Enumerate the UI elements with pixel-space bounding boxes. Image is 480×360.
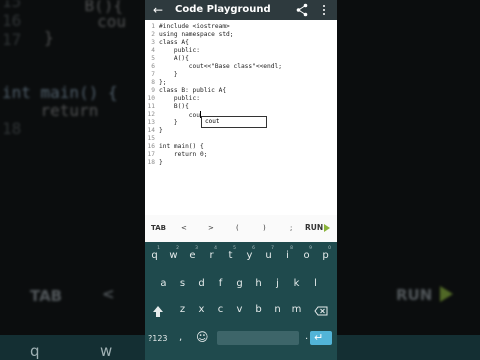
code-line: 7 } [151,71,178,78]
key-y[interactable]: y6 [241,245,258,267]
code-line: 16 int main() { [147,143,204,150]
key-t[interactable]: t5 [222,245,239,267]
close-paren-button[interactable]: ) [263,223,266,233]
key-e[interactable]: e3 [184,245,201,267]
bg-code-line: return [2,101,99,120]
bg-key-letter: w [100,342,113,360]
key-q[interactable]: q1 [146,245,163,267]
code-toolbar: TAB < > ( ) ; RUN [145,215,337,242]
greater-than-button[interactable]: > [208,223,214,233]
code-line: 6 cout<<"Base class"<<endl; [151,63,282,70]
code-line: 14} [147,127,163,134]
bg-code-line: 15 [2,0,22,11]
bg-code-line: 17 [2,30,22,49]
key-o[interactable]: o9 [298,245,315,267]
semicolon-button[interactable]: ; [290,223,292,233]
key-f[interactable]: f [212,273,229,295]
bg-tab-label: TAB [30,287,63,305]
app-bar: ← Code Playground [145,0,337,20]
key-u[interactable]: u7 [260,245,277,267]
open-paren-button[interactable]: ( [236,223,239,233]
code-editor[interactable]: 1 #include <iostream> 2 using namespace st… [145,20,337,215]
key-s[interactable]: s [174,273,191,295]
code-line: 11 B(){ [147,103,189,110]
bg-code-line: } [44,28,54,47]
key-d[interactable]: d [193,273,210,295]
bg-code-line: cou [20,12,126,31]
enter-key[interactable]: ↵ [310,331,332,345]
code-line: 10 public: [147,95,200,102]
bg-key-letter: q [30,342,40,360]
autocomplete-suggestion[interactable]: cout [201,116,267,128]
background-right-panel: RUN [337,0,480,360]
code-line: 1 #include <iostream> [151,23,230,30]
symbols-key[interactable]: ?123 [148,334,168,344]
key-x[interactable]: x [193,299,210,321]
enter-icon: ↵ [314,331,324,344]
run-play-icon[interactable] [324,224,330,232]
code-line: 9 class B: public A{ [151,87,227,94]
code-line: 17 return 0; [147,151,208,158]
code-line: 2 using namespace std; [151,31,234,38]
share-icon[interactable] [296,3,308,17]
key-w[interactable]: w2 [165,245,182,267]
arrow-back-icon[interactable]: ← [153,3,163,17]
key-m[interactable]: m [288,299,305,321]
key-v[interactable]: v [231,299,248,321]
key-z[interactable]: z [174,299,191,321]
key-c[interactable]: c [212,299,229,321]
key-l[interactable]: l [307,273,324,295]
bg-run-label: RUN [396,286,433,304]
key-a[interactable]: a [155,273,172,295]
code-line: 3 class A{ [151,39,189,46]
key-g[interactable]: g [231,273,248,295]
key-r[interactable]: r4 [203,245,220,267]
bg-run-icon [440,286,453,302]
key-b[interactable]: b [250,299,267,321]
code-line: 5 A(){ [151,55,189,62]
code-line: 4 public: [151,47,200,54]
emoji-icon[interactable]: ☺ [196,330,209,344]
shift-icon[interactable] [152,305,164,319]
more-vert-icon[interactable] [321,3,327,17]
code-line: 18} [147,159,163,166]
key-k[interactable]: k [288,273,305,295]
key-i[interactable]: i8 [279,245,296,267]
bg-code-line: 18 [2,119,22,138]
background-left-panel: 15 B(){ 16 cou 17 } int main() { return … [0,0,145,360]
code-line: 15 [147,135,155,142]
app-title: Code Playground [175,4,271,15]
key-n[interactable]: n [269,299,286,321]
code-line: 8}; [151,79,167,86]
period-key[interactable]: . [305,331,308,343]
run-button[interactable]: RUN [305,223,323,233]
phone-screen: ← Code Playground 1 #include <iostream> 2… [145,0,337,360]
bg-lt-label: < [102,285,115,303]
backspace-icon[interactable] [314,306,328,316]
comma-key[interactable]: , [179,332,182,344]
tab-key-button[interactable]: TAB [151,223,166,233]
space-bar[interactable] [217,331,299,345]
key-h[interactable]: h [250,273,267,295]
key-p[interactable]: p0 [317,245,334,267]
key-j[interactable]: j [269,273,286,295]
bg-code-line: 16 [2,11,22,30]
less-than-button[interactable]: < [181,223,187,233]
bg-code-line: int main() { [2,83,118,102]
